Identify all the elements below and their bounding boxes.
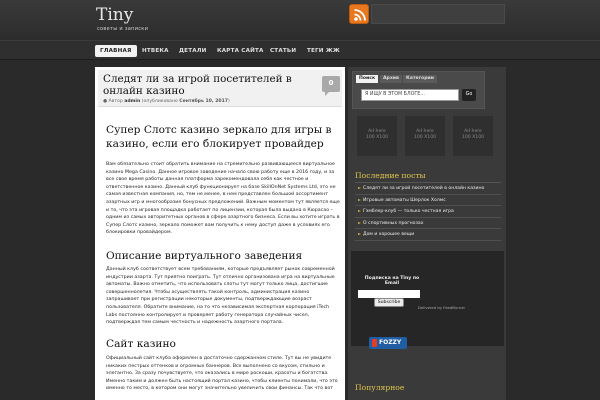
ad-slot-2[interactable]: Ad here 100 X100: [405, 116, 445, 156]
post-meta: ● Автор admin (опубликовано Сентябрь 10,…: [103, 99, 230, 104]
nav-item-home[interactable]: ГЛАВНАЯ: [95, 45, 137, 57]
author-icon: ●: [103, 99, 108, 104]
feedburner-label[interactable]: Delivered by FeedBurner: [418, 305, 465, 310]
meta-published: (опубликовано: [141, 99, 178, 104]
recent-post-link[interactable]: Игровые автоматы Шерлок Холмс: [355, 195, 501, 206]
email-field[interactable]: [358, 290, 420, 298]
site-title[interactable]: Tiny: [96, 5, 133, 25]
nav-item-2[interactable]: НТВЕКА: [137, 45, 174, 57]
ad-slot-1[interactable]: Ad here 100 X100: [357, 116, 397, 156]
meta-author[interactable]: admin: [124, 99, 140, 104]
header-banner-area: [371, 4, 505, 24]
post-heading-2: Описание виртуального заведения: [106, 250, 303, 262]
subscribe-title: Подписка на Tiny по Email: [364, 276, 420, 286]
recent-post-link[interactable]: Дом и хорошее вещи: [355, 229, 501, 241]
tab-search[interactable]: Поиск: [356, 75, 379, 83]
tab-archive[interactable]: Архив: [380, 75, 402, 83]
nav-item-lj-tags[interactable]: ТЕГИ ЖЖ: [302, 45, 345, 57]
recent-post-link[interactable]: Гэмблер-клуб — только честная игра: [355, 206, 501, 218]
tab-categories[interactable]: Категории: [403, 75, 437, 83]
comment-count-badge[interactable]: 0: [322, 76, 340, 96]
site-description: советы и записки: [97, 26, 149, 32]
rss-icon[interactable]: [349, 4, 369, 24]
ad-size: 100 X100: [365, 135, 389, 140]
ad-slot-3[interactable]: Ad here 100 X100: [453, 116, 493, 156]
search-go-button[interactable]: Go: [462, 89, 476, 101]
popular-title: Популярное: [355, 383, 405, 392]
meta-prefix: Автор: [108, 99, 123, 104]
post-paragraph-2: Данный клуб соответствует всем требовани…: [106, 267, 335, 326]
ad-size: 100 X100: [461, 135, 485, 140]
nav-item-articles[interactable]: СТАТЬИ: [265, 45, 301, 57]
site-header: Tiny советы и записки: [0, 0, 600, 40]
recent-post-link[interactable]: Следят ли за игрой посетителей в онлайн …: [355, 183, 501, 195]
subscribe-button[interactable]: Subscribe: [374, 298, 404, 307]
fozzy-logo[interactable]: FOZZY: [369, 337, 407, 349]
post-title[interactable]: Следят ли за игрой посетителей в онлайн …: [103, 73, 325, 97]
main-navigation: ГЛАВНАЯ НТВЕКА ДЕТАЛИ КАРТА САЙТА СТАТЬИ…: [0, 40, 600, 60]
meta-date: Сентябрь 10, 2017: [179, 99, 228, 104]
search-input[interactable]: Я ИЩУ В ЭТОМ БЛОГЕ...: [361, 89, 459, 101]
meta-suffix: ): [228, 99, 230, 104]
recent-posts-title: Последние посты: [355, 171, 426, 180]
recent-posts-list: Следят ли за игрой посетителей в онлайн …: [355, 182, 501, 241]
nav-item-sitemap[interactable]: КАРТА САЙТА: [212, 45, 269, 57]
post-heading-3: Сайт казино: [106, 338, 176, 350]
nav-item-details[interactable]: ДЕТАЛИ: [174, 45, 211, 57]
ad-size: 100 X100: [413, 135, 437, 140]
recent-post-link[interactable]: О спортивных прогнозах: [355, 218, 501, 229]
post-header: Следят ли за игрой посетителей в онлайн …: [98, 70, 342, 107]
post-paragraph-1: Вам обязательно стоит обратить внимание …: [106, 162, 340, 236]
post-heading-1: Супер Слотс казино зеркало для игры в ка…: [106, 124, 332, 150]
post-article: Следят ли за игрой посетителей в онлайн …: [95, 67, 345, 400]
post-paragraph-3: Официальный сайт клуба оформлен в достат…: [106, 356, 338, 392]
